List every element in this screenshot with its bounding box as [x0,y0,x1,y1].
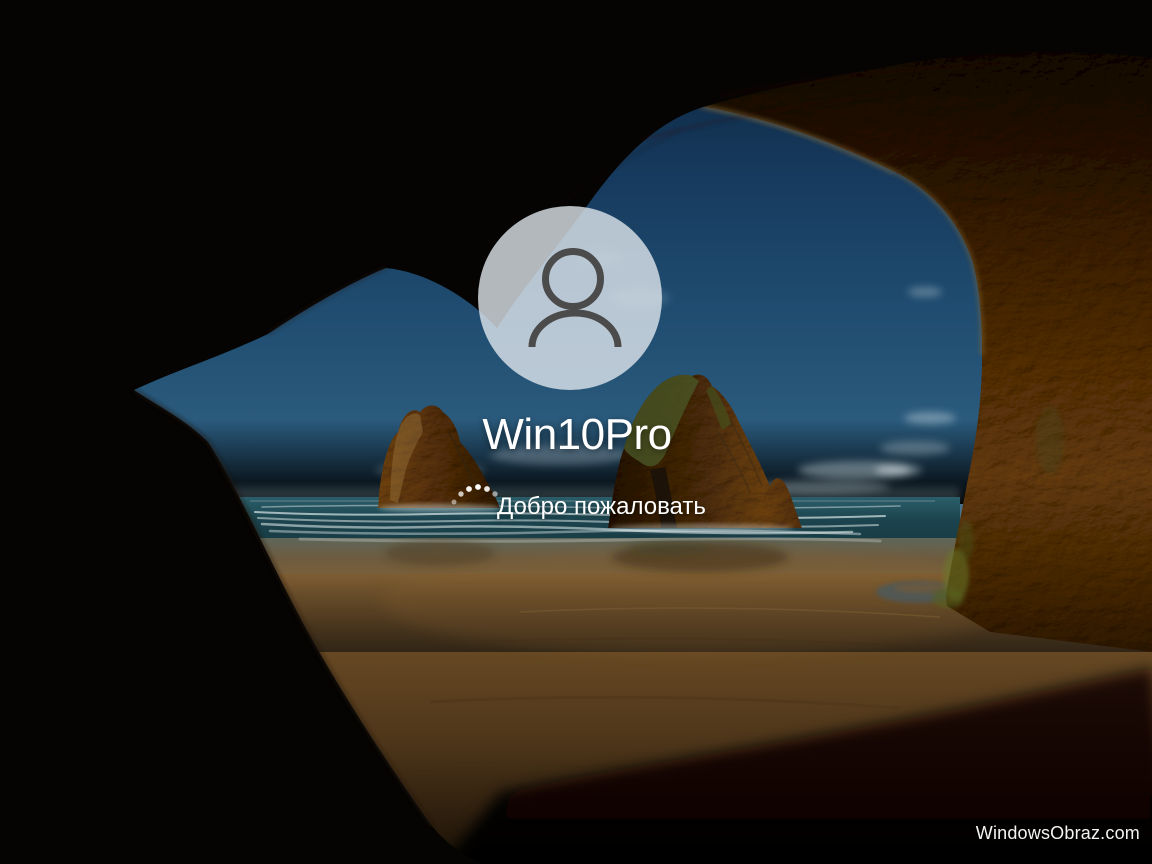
welcome-screen[interactable]: Win10Pro Добро пожаловать WindowsObraz.c… [0,0,1152,864]
user-silhouette-icon [528,248,622,348]
welcome-text: Добро пожаловать [497,493,706,520]
user-avatar [478,206,662,390]
loading-spinner-icon [451,484,498,505]
username: Win10Pro [482,410,672,459]
watermark-text: WindowsObraz.com [975,823,1140,843]
